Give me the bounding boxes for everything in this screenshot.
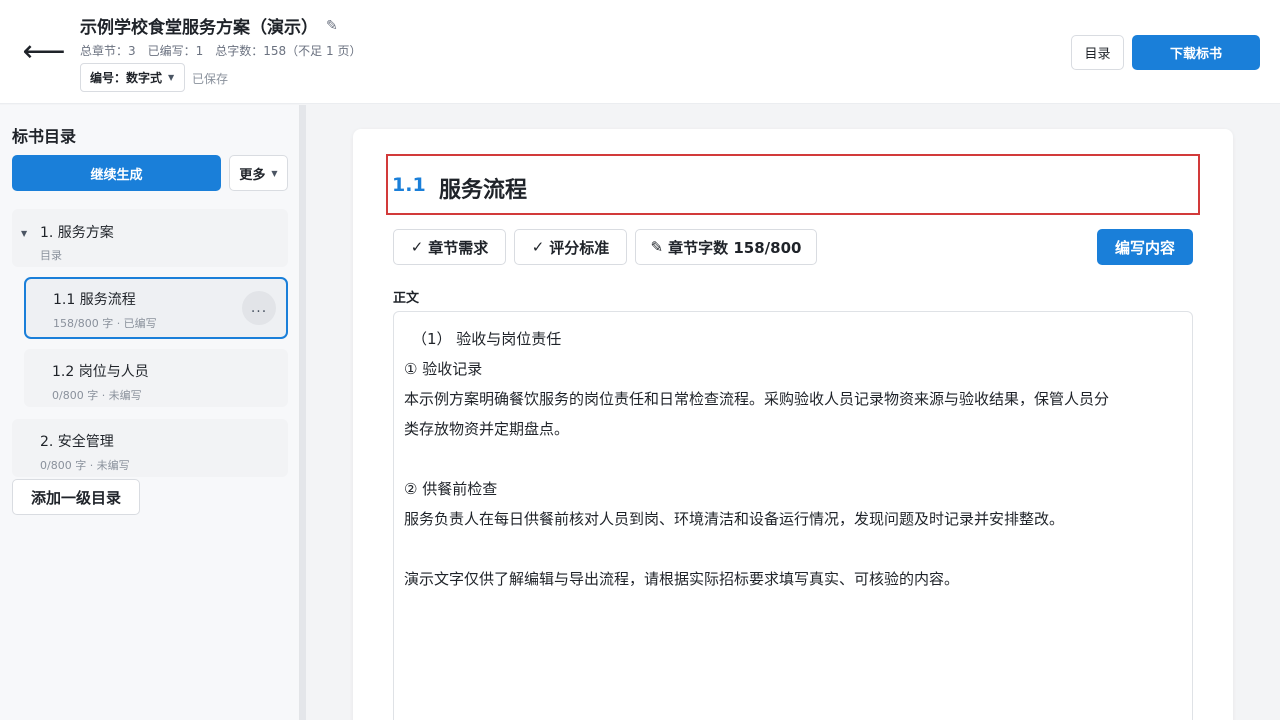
chevron-down-icon: ▼ — [271, 168, 278, 178]
body-line: 演示文字仅供了解编辑与导出流程，请根据实际招标要求填写真实、可核验的内容。 — [404, 570, 960, 588]
editor-card: 1.1 服务流程 ✓ 章节需求 ✓ 评分标准 ✎ 章节字数 158/800 编写… — [353, 129, 1233, 720]
write-content-button[interactable]: 编写内容 — [1097, 229, 1193, 265]
section-requirements-button[interactable]: ✓ 章节需求 — [393, 229, 506, 265]
numbering-select[interactable]: 编号：数字式 ▼ — [80, 63, 186, 92]
body-line: ① 验收记录 — [404, 360, 483, 378]
toc-node-label: 1.2 岗位与人员 — [52, 364, 149, 380]
document-title-row: 示例学校食堂服务方案（演示） ✎ — [80, 13, 338, 39]
arrow-left-icon[interactable]: ⟵ — [23, 34, 66, 70]
body-line: ② 供餐前检查 — [404, 480, 498, 498]
toc-button[interactable]: 目录 — [1071, 35, 1124, 70]
top-header: ⟵ 示例学校食堂服务方案（演示） ✎ 总章节：3 已编写：1 总字数：158（不… — [0, 0, 1280, 104]
document-title: 示例学校食堂服务方案（演示） — [80, 18, 318, 38]
pencil-icon[interactable]: ✎ — [326, 18, 338, 34]
chip-label: 评分标准 — [549, 238, 610, 257]
expand-arrow-icon[interactable]: ▼ — [21, 229, 27, 238]
body-line: （1） 验收与岗位责任 — [412, 330, 562, 348]
toc-node-sub: 158/800 字 · 已编写 — [53, 317, 157, 330]
toc-node-label: 1.1 服务流程 — [53, 292, 136, 308]
body-textarea[interactable]: （1） 验收与岗位责任 ① 验收记录 本示例方案明确餐饮服务的岗位责任和日常检查… — [393, 311, 1193, 720]
toc-sidebar: 标书目录 继续生成 更多 ▼ ▼ 1. 服务方案 目录 1.1 服务流程 158… — [0, 105, 300, 720]
toc-node-safety-management[interactable]: 2. 安全管理 0/800 字 · 未编写 — [12, 419, 288, 477]
more-button[interactable]: 更多 ▼ — [229, 155, 288, 191]
toc-node-sub: 0/800 字 · 未编写 — [52, 389, 142, 402]
toc-node-label: 1. 服务方案 — [40, 225, 114, 241]
section-heading[interactable]: 1.1 服务流程 — [386, 154, 1200, 215]
body-line — [404, 444, 1182, 474]
word-count: 总字数：158（不足 1 页） — [215, 44, 362, 58]
scoring-criteria-button[interactable]: ✓ 评分标准 — [514, 229, 627, 265]
continue-generate-button[interactable]: 继续生成 — [12, 155, 221, 191]
body-line: 本示例方案明确餐饮服务的岗位责任和日常检查流程。采购验收人员记录物资来源与验收结… — [404, 390, 1110, 408]
sidebar-title: 标书目录 — [12, 127, 77, 146]
total-sections: 总章节：3 — [80, 44, 136, 58]
toc-node-positions-staff[interactable]: 1.2 岗位与人员 0/800 字 · 未编写 — [24, 349, 288, 407]
written-count: 已编写：1 — [147, 44, 204, 58]
section-number: 1.1 — [392, 174, 426, 196]
chip-label: 章节需求 — [428, 238, 489, 257]
pencil-icon: ✎ — [650, 238, 664, 256]
check-icon: ✓ — [410, 238, 424, 256]
saved-status: 已保存 — [192, 72, 229, 86]
add-root-toc-button[interactable]: 添加一级目录 — [12, 479, 140, 515]
body-line: 服务负责人在每日供餐前核对人员到岗、环境清洁和设备运行情况，发现问题及时记录并安… — [404, 510, 1065, 528]
document-meta: 总章节：3 已编写：1 总字数：158（不足 1 页） — [80, 42, 361, 59]
toc-node-service-plan[interactable]: ▼ 1. 服务方案 目录 — [12, 209, 288, 267]
toc-node-service-flow[interactable]: 1.1 服务流程 158/800 字 · 已编写 ... — [24, 277, 288, 339]
toc-node-sub: 目录 — [40, 249, 62, 262]
chevron-down-icon: ▼ — [168, 73, 175, 82]
section-title: 服务流程 — [439, 178, 528, 203]
check-icon: ✓ — [531, 238, 545, 256]
sidebar-resize-handle[interactable] — [300, 105, 306, 720]
more-options-icon[interactable]: ... — [242, 291, 276, 325]
numbering-label: 编号：数字式 — [90, 71, 163, 85]
body-line — [404, 534, 1182, 564]
section-word-count-button[interactable]: ✎ 章节字数 158/800 — [635, 229, 817, 265]
body-label: 正文 — [393, 291, 420, 306]
toc-node-label: 2. 安全管理 — [40, 434, 114, 450]
body-line: 类存放物资并定期盘点。 — [404, 420, 570, 438]
chip-label: 章节字数 158/800 — [668, 238, 802, 257]
more-button-label: 更多 — [239, 167, 266, 183]
download-button[interactable]: 下载标书 — [1132, 35, 1260, 70]
toc-node-sub: 0/800 字 · 未编写 — [40, 459, 130, 472]
